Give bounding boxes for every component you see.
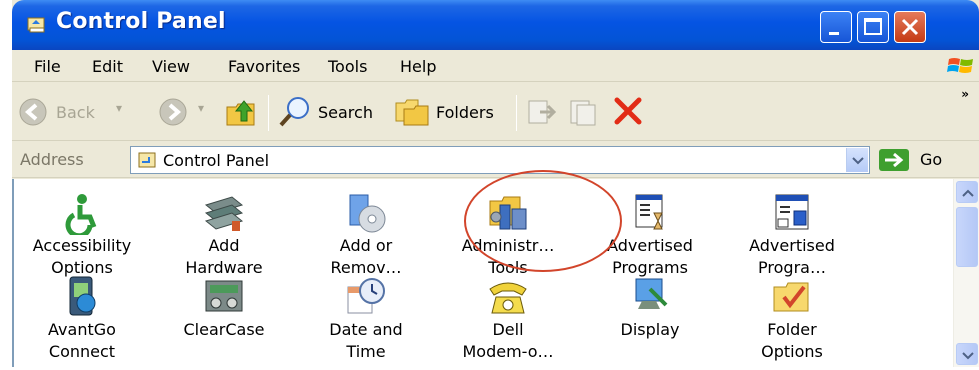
item-label: Folder Options bbox=[761, 320, 823, 361]
list-item-add-hardware[interactable]: Add Hardware bbox=[164, 191, 284, 279]
delete-icon[interactable] bbox=[612, 95, 644, 127]
administrative-tools-icon bbox=[489, 196, 527, 230]
maximize-icon bbox=[864, 18, 882, 35]
list-item-date-and-time[interactable]: Date and Time bbox=[306, 275, 426, 363]
list-item-dell-modem[interactable]: Dell Modem-o… bbox=[448, 275, 568, 363]
item-label: Date and Time bbox=[329, 320, 403, 361]
go-button-label[interactable]: Go bbox=[920, 150, 942, 169]
menu-view[interactable]: View bbox=[152, 57, 190, 76]
add-hardware-icon bbox=[204, 196, 244, 231]
item-label: Administr… Tools bbox=[461, 236, 555, 277]
windows-logo-icon bbox=[947, 58, 973, 73]
list-item-administrative-tools[interactable]: Administr… Tools bbox=[448, 191, 568, 279]
list-item-clearcase[interactable]: ClearCase bbox=[164, 275, 284, 341]
list-item-avantgo-connect[interactable]: AvantGo Connect bbox=[22, 275, 142, 363]
folders-icon[interactable] bbox=[394, 95, 430, 129]
item-label: Dell Modem-o… bbox=[462, 320, 554, 361]
display-icon bbox=[635, 278, 668, 309]
item-label: Display bbox=[620, 320, 680, 339]
list-item-display[interactable]: Display bbox=[590, 275, 710, 341]
list-item-accessibility-options[interactable]: Accessibility Options bbox=[22, 191, 142, 279]
menu-favorites[interactable]: Favorites bbox=[228, 57, 300, 76]
address-label: Address bbox=[20, 150, 84, 169]
back-button-label[interactable]: Back bbox=[56, 103, 95, 122]
window-title: Control Panel bbox=[56, 9, 226, 34]
menu-bar: File Edit View Favorites Tools Help bbox=[12, 50, 979, 82]
move-to-icon[interactable] bbox=[526, 97, 558, 127]
maximize-button[interactable] bbox=[857, 11, 889, 43]
menu-file[interactable]: File bbox=[34, 57, 61, 76]
avantgo-icon bbox=[69, 276, 96, 316]
item-label: Advertised Progra… bbox=[749, 236, 835, 277]
phone-icon bbox=[489, 282, 527, 314]
control-panel-icon bbox=[27, 17, 45, 33]
address-dropdown-button[interactable] bbox=[846, 148, 868, 172]
close-button[interactable] bbox=[894, 11, 926, 43]
scroll-up-button[interactable] bbox=[956, 181, 978, 203]
list-item-advertised-programs[interactable]: Advertised Programs bbox=[590, 191, 710, 279]
list-item-advertised-programs-2[interactable]: Advertised Progra… bbox=[732, 191, 852, 279]
search-button-label[interactable]: Search bbox=[318, 103, 373, 122]
title-bar[interactable]: Control Panel bbox=[12, 0, 979, 50]
control-panel-icon bbox=[138, 152, 156, 168]
minimize-button[interactable] bbox=[820, 11, 852, 43]
clearcase-icon bbox=[205, 280, 243, 312]
toolbar-separator bbox=[516, 95, 517, 131]
folder-options-icon bbox=[773, 282, 809, 312]
advertised-programs-icon bbox=[635, 194, 663, 230]
minimize-icon bbox=[829, 32, 839, 35]
back-dropdown-icon[interactable]: ▾ bbox=[116, 101, 122, 115]
go-arrow-icon[interactable] bbox=[878, 148, 910, 172]
control-panel-window: Control Panel File Edit View Favorites T… bbox=[12, 0, 979, 367]
address-bar: Address Control Panel Go bbox=[12, 142, 979, 178]
address-input[interactable]: Control Panel bbox=[130, 146, 870, 174]
item-label: AvantGo Connect bbox=[48, 320, 116, 361]
forward-dropdown-icon[interactable]: ▾ bbox=[198, 101, 204, 115]
items-view: Accessibility Options Add Hardware Add o… bbox=[12, 179, 979, 367]
chevron-down-icon bbox=[962, 352, 974, 360]
toolbar-overflow-icon[interactable]: » bbox=[961, 87, 969, 101]
item-label: Add or Remov… bbox=[330, 236, 402, 277]
list-item-folder-options[interactable]: Folder Options bbox=[732, 275, 852, 363]
accessibility-icon bbox=[65, 194, 97, 235]
menu-tools[interactable]: Tools bbox=[328, 57, 367, 76]
scroll-down-button[interactable] bbox=[956, 343, 978, 365]
standard-toolbar: Back ▾ ▾ Search Folders » bbox=[12, 83, 979, 141]
list-item-add-remove-programs[interactable]: Add or Remov… bbox=[306, 191, 426, 279]
chevron-down-icon bbox=[852, 157, 864, 165]
menu-help[interactable]: Help bbox=[400, 57, 436, 76]
forward-arrow-icon[interactable] bbox=[158, 97, 188, 127]
search-icon[interactable] bbox=[278, 95, 312, 129]
back-arrow-icon[interactable] bbox=[18, 97, 48, 127]
menu-edit[interactable]: Edit bbox=[92, 57, 123, 76]
vertical-scrollbar[interactable] bbox=[953, 179, 979, 367]
scroll-thumb[interactable] bbox=[956, 207, 978, 267]
address-value: Control Panel bbox=[163, 151, 270, 170]
up-folder-icon[interactable] bbox=[224, 95, 258, 129]
folders-button-label[interactable]: Folders bbox=[436, 103, 494, 122]
item-label: Advertised Programs bbox=[607, 236, 693, 277]
add-remove-programs-icon bbox=[349, 194, 386, 233]
copy-to-icon[interactable] bbox=[568, 97, 600, 127]
chevron-up-icon bbox=[962, 189, 974, 197]
close-icon bbox=[901, 18, 919, 36]
item-label: Add Hardware bbox=[185, 236, 263, 277]
advertised-programs-icon bbox=[775, 194, 809, 230]
item-label: Accessibility Options bbox=[32, 236, 132, 277]
toolbar-separator bbox=[268, 95, 269, 131]
date-time-icon bbox=[347, 278, 385, 314]
item-label: ClearCase bbox=[183, 320, 265, 339]
